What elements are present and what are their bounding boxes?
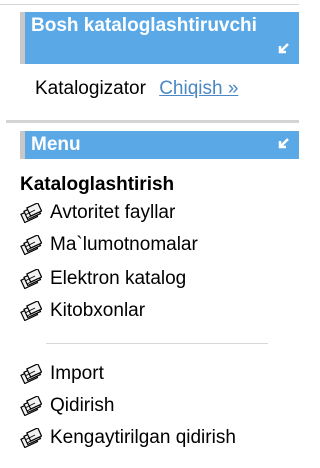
menu-item[interactable]: Qidirish	[20, 395, 114, 417]
user-row: Katalogizator Chiqish »	[35, 78, 238, 100]
menu-item[interactable]: Import	[20, 363, 104, 385]
menu-item-label: Elektron katalog	[50, 268, 187, 289]
panel-title: Menu	[31, 134, 81, 155]
menu-item[interactable]: Elektron katalog	[20, 268, 186, 290]
menu-item-label: Ma`lumotnomalar	[50, 234, 198, 255]
books-icon	[20, 203, 50, 223]
menu-item-label: Avtoritet fayllar	[50, 202, 176, 223]
panel-header-main-cataloger: Bosh kataloglashtiruvchi	[20, 12, 299, 64]
books-icon	[20, 396, 50, 416]
section-divider	[6, 120, 299, 123]
menu-item-label: Kengaytirilgan qidirish	[50, 427, 236, 448]
collapse-arrow-icon[interactable]	[276, 42, 290, 56]
logout-link[interactable]: Chiqish »	[159, 78, 238, 99]
menu-divider	[46, 343, 268, 344]
menu-item-label: Import	[50, 363, 104, 384]
menu-item[interactable]: Avtoritet fayllar	[20, 202, 175, 224]
top-divider	[0, 4, 299, 5]
collapse-arrow-icon[interactable]	[276, 137, 290, 151]
menu-item[interactable]: Kitobxonlar	[20, 300, 145, 322]
panel-header-menu: Menu	[20, 131, 299, 159]
books-icon	[20, 428, 50, 448]
panel-title: Bosh kataloglashtiruvchi	[31, 15, 257, 36]
menu-item[interactable]: Ma`lumotnomalar	[20, 234, 198, 256]
books-icon	[20, 364, 50, 384]
menu-item-label: Qidirish	[50, 395, 115, 416]
books-icon	[20, 235, 50, 255]
menu-item-label: Kitobxonlar	[50, 300, 146, 321]
books-icon	[20, 301, 50, 321]
section-title: Kataloglashtirish	[20, 174, 175, 195]
books-icon	[20, 269, 50, 289]
menu-item[interactable]: Kengaytirilgan qidirish	[20, 427, 236, 449]
user-name: Katalogizator	[35, 78, 146, 99]
